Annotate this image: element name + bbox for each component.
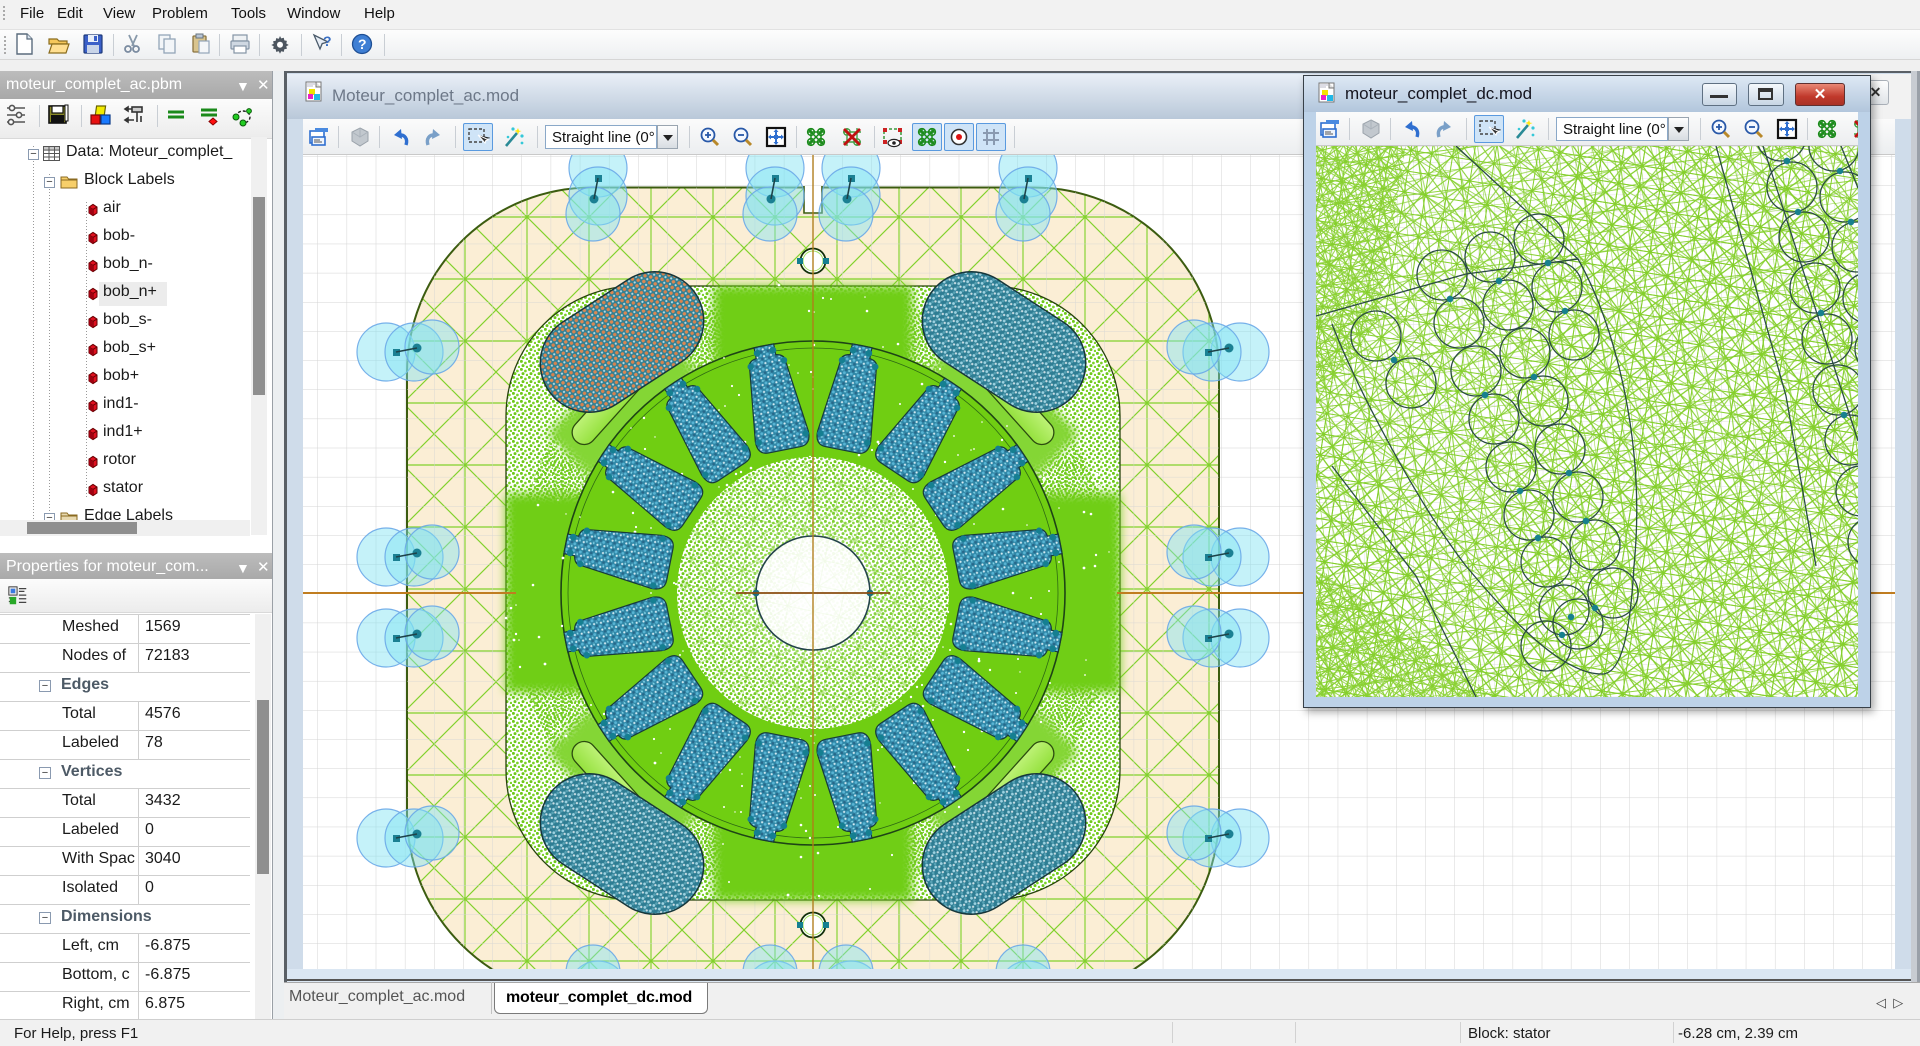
- svg-text:?: ?: [358, 36, 367, 52]
- svg-text:?: ?: [323, 33, 332, 49]
